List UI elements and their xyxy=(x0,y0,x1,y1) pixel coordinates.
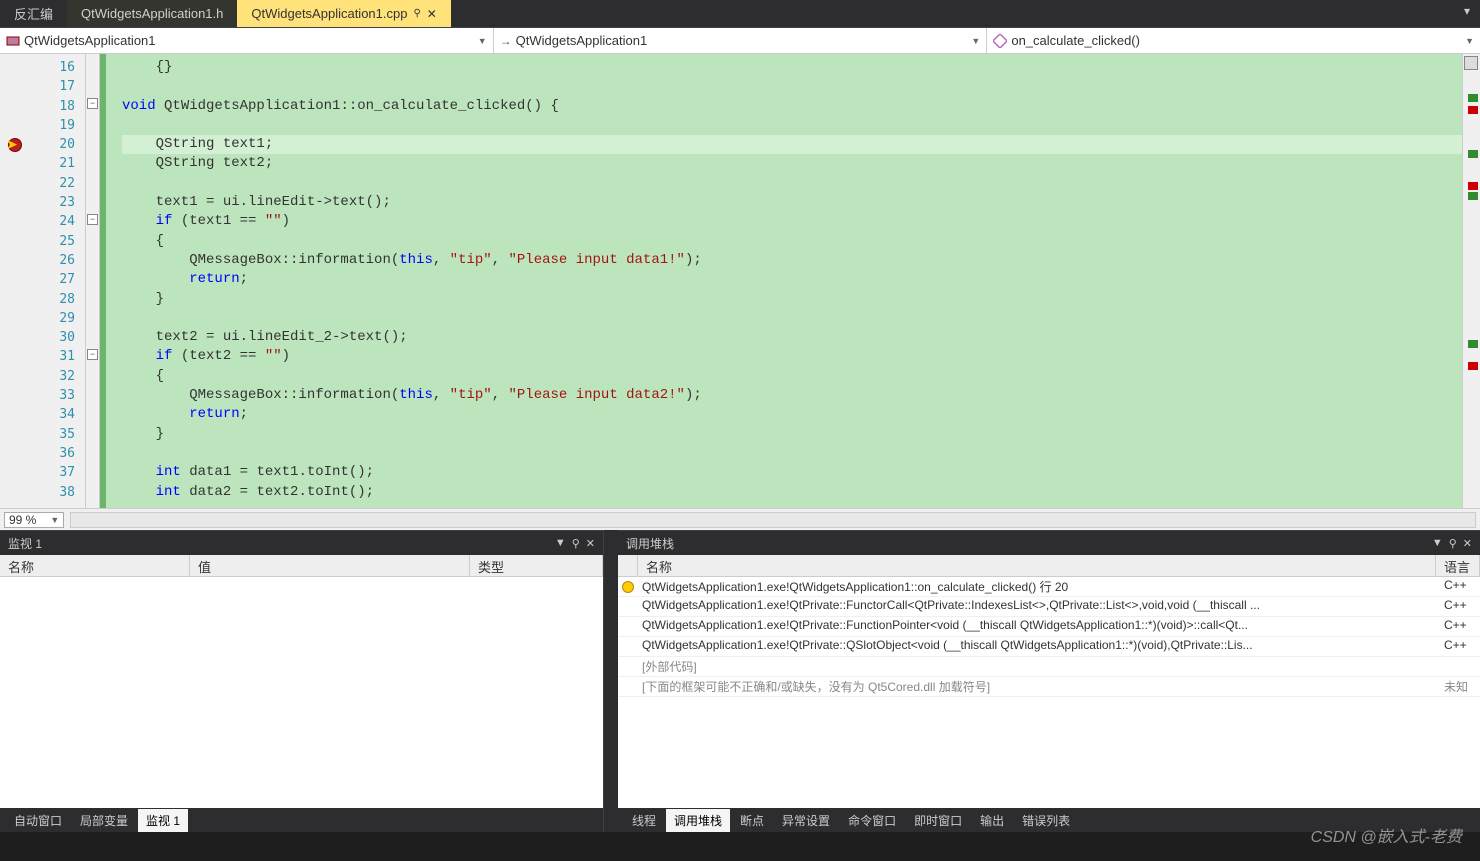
bottom-tab[interactable]: 线程 xyxy=(624,809,664,832)
code-line[interactable]: QString text1; xyxy=(122,135,1462,154)
scope-combo[interactable]: QtWidgetsApplication1 ▼ xyxy=(0,28,494,53)
callstack-row[interactable]: [外部代码] xyxy=(618,657,1480,677)
code-line[interactable]: return; xyxy=(122,405,1462,424)
zoom-combo[interactable]: 99 % ▼ xyxy=(4,512,64,528)
bottom-tab[interactable]: 监视 1 xyxy=(138,809,188,832)
bottom-tab[interactable]: 调用堆栈 xyxy=(666,809,730,832)
col-name[interactable]: 名称 xyxy=(0,555,190,576)
code-line[interactable]: if (text2 == "") xyxy=(122,347,1462,366)
zoom-bar: 99 % ▼ xyxy=(0,508,1480,530)
code-line[interactable]: QMessageBox::information(this, "tip", "P… xyxy=(122,386,1462,405)
horizontal-scrollbar[interactable] xyxy=(70,512,1476,528)
code-line[interactable]: if (text1 == "") xyxy=(122,212,1462,231)
callstack-grid-header: 名称 语言 xyxy=(618,555,1480,577)
chevron-down-icon: ▼ xyxy=(1465,36,1474,46)
code-editor[interactable]: ➤ 16171819202122232425262728293031323334… xyxy=(0,54,1480,508)
code-line[interactable]: void QtWidgetsApplication1::on_calculate… xyxy=(122,97,1462,116)
left-bottom-tabs: 自动窗口局部变量监视 1 xyxy=(0,808,603,832)
bottom-tab[interactable]: 输出 xyxy=(972,809,1012,832)
close-icon[interactable]: ✕ xyxy=(1463,537,1472,550)
arrow-right-icon: → xyxy=(500,34,512,48)
breakpoint-gutter[interactable]: ➤ xyxy=(0,54,28,508)
fold-toggle[interactable]: − xyxy=(87,98,98,109)
fold-toggle[interactable]: − xyxy=(87,214,98,225)
close-icon[interactable]: ✕ xyxy=(586,537,595,550)
method-icon xyxy=(993,34,1007,48)
col-type[interactable]: 类型 xyxy=(470,555,603,576)
tab-header-file[interactable]: QtWidgetsApplication1.h xyxy=(67,0,237,27)
code-line[interactable]: } xyxy=(122,425,1462,444)
code-line[interactable]: QString text2; xyxy=(122,154,1462,173)
bottom-tab[interactable]: 错误列表 xyxy=(1014,809,1078,832)
code-line[interactable]: text2 = ui.lineEdit_2->text(); xyxy=(122,328,1462,347)
bottom-tab[interactable]: 断点 xyxy=(732,809,772,832)
fold-strip[interactable]: − − − xyxy=(86,54,100,508)
tab-label: QtWidgetsApplication1.cpp xyxy=(251,6,407,21)
code-line[interactable]: QMessageBox::information(this, "tip", "P… xyxy=(122,251,1462,270)
dropdown-icon[interactable]: ▼ xyxy=(555,537,566,549)
code-line[interactable]: int data2 = text2.toInt(); xyxy=(122,483,1462,502)
callstack-panel: 调用堆栈 ▼ ⚲ ✕ 名称 语言 QtWidgetsApplication1.e… xyxy=(618,530,1480,832)
panel-splitter[interactable] xyxy=(604,530,618,832)
function-combo[interactable]: on_calculate_clicked() ▼ xyxy=(987,28,1480,53)
tab-disassembly[interactable]: 反汇编 xyxy=(0,0,67,27)
code-line[interactable]: } xyxy=(122,290,1462,309)
bottom-tab[interactable]: 局部变量 xyxy=(72,809,136,832)
callstack-panel-title: 调用堆栈 xyxy=(626,535,1426,552)
code-line[interactable] xyxy=(122,174,1462,193)
code-line[interactable]: return; xyxy=(122,270,1462,289)
callstack-row[interactable]: QtWidgetsApplication1.exe!QtPrivate::Fun… xyxy=(618,617,1480,637)
code-line[interactable] xyxy=(122,116,1462,135)
code-line[interactable] xyxy=(122,444,1462,463)
chevron-down-icon: ▼ xyxy=(971,36,980,46)
current-frame-icon xyxy=(622,581,634,593)
col-value[interactable]: 值 xyxy=(190,555,470,576)
callstack-row[interactable]: QtWidgetsApplication1.exe!QtWidgetsAppli… xyxy=(618,577,1480,597)
bottom-tab[interactable]: 异常设置 xyxy=(774,809,838,832)
split-icon[interactable] xyxy=(1464,56,1478,70)
tab-overflow-icon[interactable]: ▾ xyxy=(1454,0,1480,27)
code-line[interactable] xyxy=(122,309,1462,328)
callstack-row[interactable]: [下面的框架可能不正确和/或缺失，没有为 Qt5Cored.dll 加载符号]未… xyxy=(618,677,1480,697)
watch-panel: 监视 1 ▼ ⚲ ✕ 名称 值 类型 自动窗口局部变量监视 1 xyxy=(0,530,604,832)
close-icon[interactable]: ✕ xyxy=(427,7,437,21)
callstack-row[interactable]: QtWidgetsApplication1.exe!QtPrivate::Fun… xyxy=(618,597,1480,617)
execution-pointer-icon: ➤ xyxy=(6,136,18,153)
code-line[interactable]: {} xyxy=(122,58,1462,77)
dropdown-icon[interactable]: ▼ xyxy=(1432,537,1443,549)
callstack-row[interactable]: QtWidgetsApplication1.exe!QtPrivate::QSl… xyxy=(618,637,1480,657)
watch-grid-header: 名称 值 类型 xyxy=(0,555,603,577)
bottom-tab[interactable]: 自动窗口 xyxy=(6,809,70,832)
bottom-tab[interactable]: 命令窗口 xyxy=(840,809,904,832)
fold-toggle[interactable]: − xyxy=(87,349,98,360)
col-name[interactable]: 名称 xyxy=(638,555,1436,576)
overview-ruler[interactable] xyxy=(1462,54,1480,508)
pin-icon[interactable]: ⚲ xyxy=(572,537,580,550)
pin-icon[interactable]: ⚲ xyxy=(413,8,420,19)
code-line[interactable]: text1 = ui.lineEdit->text(); xyxy=(122,193,1462,212)
watch-body[interactable] xyxy=(0,577,603,808)
chevron-down-icon: ▼ xyxy=(50,515,59,525)
chevron-down-icon: ▼ xyxy=(478,36,487,46)
code-line[interactable]: int data1 = text1.toInt(); xyxy=(122,463,1462,482)
document-tab-bar: 反汇编 QtWidgetsApplication1.h QtWidgetsApp… xyxy=(0,0,1480,28)
code-text[interactable]: {}void QtWidgetsApplication1::on_calcula… xyxy=(106,54,1462,508)
bottom-tab[interactable]: 即时窗口 xyxy=(906,809,970,832)
code-line[interactable]: { xyxy=(122,232,1462,251)
code-line[interactable]: { xyxy=(122,367,1462,386)
watch-panel-title: 监视 1 xyxy=(8,535,549,552)
code-line[interactable] xyxy=(122,77,1462,96)
right-bottom-tabs: 线程调用堆栈断点异常设置命令窗口即时窗口输出错误列表 xyxy=(618,808,1480,832)
project-icon xyxy=(6,34,20,48)
pin-icon[interactable]: ⚲ xyxy=(1449,537,1457,550)
class-combo[interactable]: → QtWidgetsApplication1 ▼ xyxy=(494,28,988,53)
callstack-body[interactable]: QtWidgetsApplication1.exe!QtWidgetsAppli… xyxy=(618,577,1480,808)
tab-source-file[interactable]: QtWidgetsApplication1.cpp ⚲ ✕ xyxy=(237,0,450,27)
navigation-bar: QtWidgetsApplication1 ▼ → QtWidgetsAppli… xyxy=(0,28,1480,54)
col-lang[interactable]: 语言 xyxy=(1436,555,1480,576)
